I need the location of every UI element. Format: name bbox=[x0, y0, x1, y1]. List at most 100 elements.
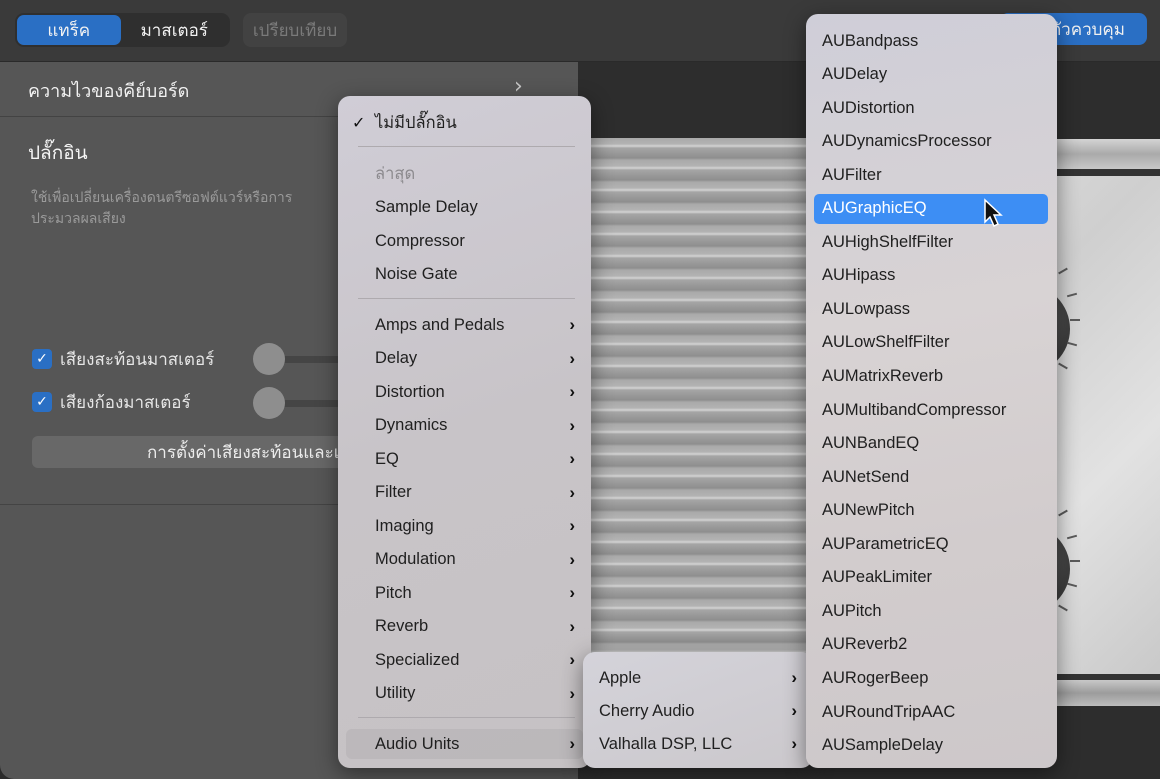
menu-item-recent[interactable]: Compressor bbox=[338, 226, 591, 256]
menu-item-au[interactable]: AUNetSend bbox=[806, 462, 1057, 492]
plugin-menu: ✓ ไม่มีปลั๊กอิน ล่าสุด Sample Delay Comp… bbox=[338, 96, 591, 768]
menu-item-category[interactable]: Distortion › bbox=[338, 377, 591, 407]
vendor-submenu: Apple › Cherry Audio › Valhalla DSP, LLC › bbox=[583, 652, 813, 768]
menu-item-label: AUDelay bbox=[822, 65, 888, 84]
master-echo-checkbox[interactable]: ✓ bbox=[32, 349, 52, 369]
menu-item-label: AUNetSend bbox=[822, 467, 910, 486]
chevron-right-icon: › bbox=[791, 734, 797, 753]
menu-item-label: Distortion bbox=[375, 382, 445, 401]
menu-item-label: AUDistortion bbox=[822, 98, 915, 117]
menu-item-label: AUReverb2 bbox=[822, 635, 908, 654]
menu-item-label: Compressor bbox=[375, 231, 465, 250]
menu-item-category[interactable]: Filter › bbox=[338, 478, 591, 508]
menu-item-au[interactable]: AUNBandEQ bbox=[806, 429, 1057, 459]
menu-item-category[interactable]: Reverb › bbox=[338, 612, 591, 642]
menu-item-au[interactable]: AUHipass bbox=[806, 261, 1057, 291]
menu-item-au[interactable]: AUReverb2 bbox=[806, 630, 1057, 660]
chevron-right-icon: › bbox=[569, 650, 575, 669]
menu-item-au[interactable]: AUPeakLimiter bbox=[806, 563, 1057, 593]
keyboard-sensitivity-label: ความไวของคีย์บอร์ด bbox=[28, 81, 190, 102]
knob-tick bbox=[1070, 560, 1080, 562]
menu-item-category[interactable]: Delay › bbox=[338, 344, 591, 374]
menu-item-au[interactable]: AUParametricEQ bbox=[806, 529, 1057, 559]
master-echo-label: เสียงสะท้อนมาสเตอร์ bbox=[60, 349, 215, 370]
menu-item-recent[interactable]: Sample Delay bbox=[338, 192, 591, 222]
menu-item-au[interactable]: AUFilter bbox=[806, 160, 1057, 190]
menu-item-label: ไม่มีปลั๊กอิน bbox=[375, 114, 457, 132]
menu-item-au[interactable]: AULowpass bbox=[806, 294, 1057, 324]
compare-button[interactable]: เปรียบเทียบ bbox=[243, 13, 347, 47]
menu-item-label: AUBandpass bbox=[822, 31, 919, 50]
menu-separator bbox=[358, 298, 575, 299]
menu-item-label: AUParametricEQ bbox=[822, 534, 949, 553]
menu-item-category[interactable]: Specialized › bbox=[338, 645, 591, 675]
menu-item-category[interactable]: Amps and Pedals › bbox=[338, 310, 591, 340]
menu-item-vendor[interactable]: Apple › bbox=[583, 663, 813, 693]
plugins-description: ใช้เพื่อเปลี่ยนเครื่องดนตรีซอฟต์แวร์หรือ… bbox=[31, 190, 293, 227]
menu-item-au[interactable]: AUMatrixReverb bbox=[806, 362, 1057, 392]
chevron-right-icon: › bbox=[569, 449, 575, 468]
master-echo-row: ✓ เสียงสะท้อนมาสเตอร์ bbox=[32, 346, 214, 372]
chevron-right-icon: › bbox=[569, 415, 575, 435]
master-reverb-slider-knob[interactable] bbox=[253, 387, 285, 419]
chevron-right-icon: › bbox=[569, 616, 575, 636]
menu-item-vendor[interactable]: Cherry Audio › bbox=[583, 696, 813, 726]
speaker-grille bbox=[590, 138, 820, 718]
menu-item-au[interactable]: AUNewPitch bbox=[806, 496, 1057, 526]
chevron-right-icon: › bbox=[791, 668, 797, 687]
menu-item-au-selected[interactable]: AUGraphicEQ bbox=[814, 193, 1048, 224]
menu-item-au[interactable]: AUDistortion bbox=[806, 93, 1057, 123]
menu-item-label: AURogerBeep bbox=[822, 668, 929, 687]
menu-item-no-plugin[interactable]: ✓ ไม่มีปลั๊กอิน bbox=[338, 108, 591, 138]
chevron-right-icon: › bbox=[569, 516, 575, 535]
tab-track[interactable]: แทร็ค bbox=[17, 15, 121, 45]
menu-item-label: AUGraphicEQ bbox=[822, 199, 927, 218]
menu-item-recent[interactable]: Noise Gate bbox=[338, 259, 591, 289]
tab-master[interactable]: มาสเตอร์ bbox=[121, 15, 228, 45]
menu-item-au[interactable]: AURogerBeep bbox=[806, 663, 1057, 693]
menu-item-label: AUPeakLimiter bbox=[822, 568, 933, 587]
menu-item-label: AUDynamicsProcessor bbox=[822, 132, 992, 151]
menu-item-au[interactable]: AUDynamicsProcessor bbox=[806, 127, 1057, 157]
menu-header-recent: ล่าสุด bbox=[338, 159, 591, 189]
menu-item-label: AUSampleDelay bbox=[822, 736, 944, 755]
menu-item-au[interactable]: AUHighShelfFilter bbox=[806, 227, 1057, 257]
knob-tick bbox=[1070, 319, 1080, 321]
chevron-right-icon: › bbox=[569, 348, 575, 368]
chevron-right-icon: › bbox=[569, 482, 575, 502]
master-reverb-checkbox[interactable]: ✓ bbox=[32, 392, 52, 412]
menu-item-au[interactable]: AUDelay bbox=[806, 60, 1057, 90]
menu-item-label: Reverb bbox=[375, 617, 429, 635]
menu-item-label: AUHipass bbox=[822, 266, 896, 285]
menu-item-au[interactable]: AUMultibandCompressor bbox=[806, 395, 1057, 425]
mouse-cursor-icon bbox=[984, 198, 1003, 228]
menu-item-label: Cherry Audio bbox=[599, 701, 695, 720]
menu-item-label: Modulation bbox=[375, 550, 456, 568]
menu-header-label: ล่าสุด bbox=[375, 165, 416, 183]
menu-item-label: EQ bbox=[375, 449, 399, 468]
menu-item-audio-units[interactable]: Audio Units › bbox=[346, 729, 583, 759]
menu-item-category[interactable]: Utility › bbox=[338, 679, 591, 709]
menu-item-label: Noise Gate bbox=[375, 264, 458, 283]
menu-item-vendor[interactable]: Valhalla DSP, LLC › bbox=[583, 729, 813, 759]
master-echo-slider-knob[interactable] bbox=[253, 343, 285, 375]
menu-item-label: AUNewPitch bbox=[822, 501, 915, 520]
menu-item-au[interactable]: AUBandpass bbox=[806, 26, 1057, 56]
menu-item-au[interactable]: AURoundTripAAC bbox=[806, 697, 1057, 727]
menu-item-label: AURoundTripAAC bbox=[822, 702, 956, 721]
menu-item-category[interactable]: EQ › bbox=[338, 444, 591, 474]
menu-item-au[interactable]: AUSampleDelay bbox=[806, 731, 1057, 761]
menu-item-label: AUMatrixReverb bbox=[822, 367, 944, 385]
menu-item-label: Filter bbox=[375, 483, 412, 501]
chevron-right-icon: › bbox=[569, 549, 575, 569]
menu-item-category[interactable]: Pitch › bbox=[338, 578, 591, 608]
checkmark-icon: ✓ bbox=[36, 394, 48, 410]
menu-item-category[interactable]: Modulation › bbox=[338, 545, 591, 575]
echo-reverb-settings-button[interactable]: การตั้งค่าเสียงสะท้อนและเสียงก้อง bbox=[32, 436, 362, 468]
menu-item-au[interactable]: AULowShelfFilter bbox=[806, 328, 1057, 358]
menu-item-category[interactable]: Dynamics › bbox=[338, 411, 591, 441]
chevron-right-icon: › bbox=[569, 683, 575, 703]
menu-item-label: AULowpass bbox=[822, 299, 911, 318]
menu-item-category[interactable]: Imaging › bbox=[338, 511, 591, 541]
menu-item-au[interactable]: AUPitch bbox=[806, 596, 1057, 626]
